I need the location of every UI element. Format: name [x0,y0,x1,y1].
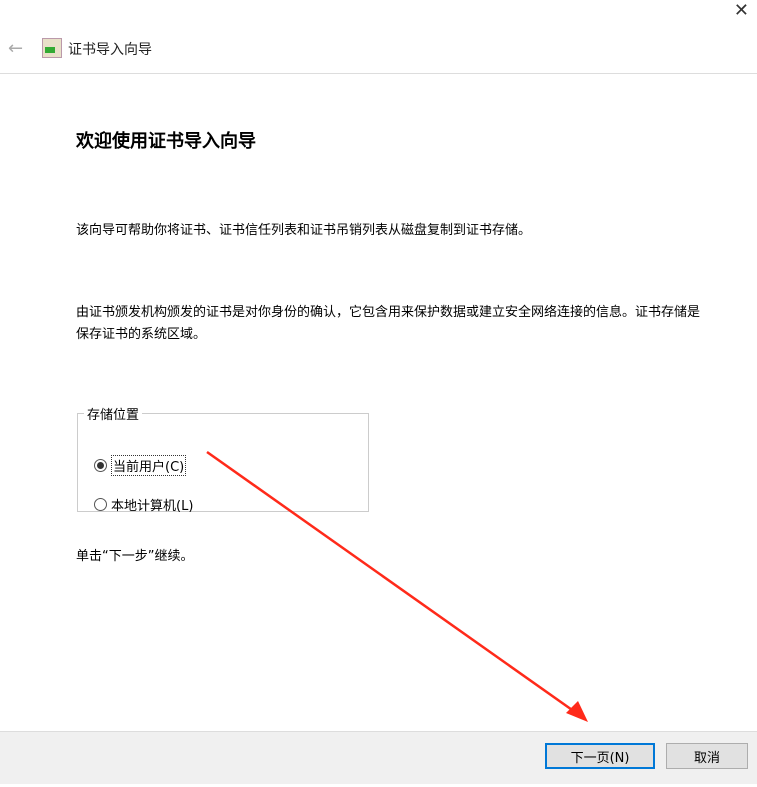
radio-unselected-icon[interactable] [94,498,107,511]
store-location-group: 存储位置 当前用户(C) 本地计算机(L) [77,404,369,514]
certificate-icon [42,38,62,58]
next-button[interactable]: 下一页(N) [545,743,655,769]
description-1: 该向导可帮助你将证书、证书信任列表和证书吊销列表从磁盘复制到证书存储。 [76,223,532,238]
cancel-button[interactable]: 取消 [666,743,748,769]
radio-label: 本地计算机(L) [111,499,194,514]
back-arrow-icon[interactable]: ← [8,38,23,59]
annotation-arrow [206,450,588,722]
store-location-legend: 存储位置 [87,408,140,423]
radio-current-user[interactable]: 当前用户(C) [94,455,187,476]
page-title: 欢迎使用证书导入向导 [76,131,256,152]
divider [0,73,757,74]
continue-hint: 单击“下一步”继续。 [76,549,194,564]
radio-selected-icon[interactable] [94,459,107,472]
arrow-head [566,701,588,722]
close-button[interactable]: ✕ [734,0,749,21]
window-title: 证书导入向导 [68,42,152,58]
radio-label: 当前用户(C) [111,455,187,476]
radio-local-machine[interactable]: 本地计算机(L) [94,495,193,514]
description-2: 由证书颁发机构颁发的证书是对你身份的确认，它包含用来保护数据或建立安全网络连接的… [76,305,701,342]
